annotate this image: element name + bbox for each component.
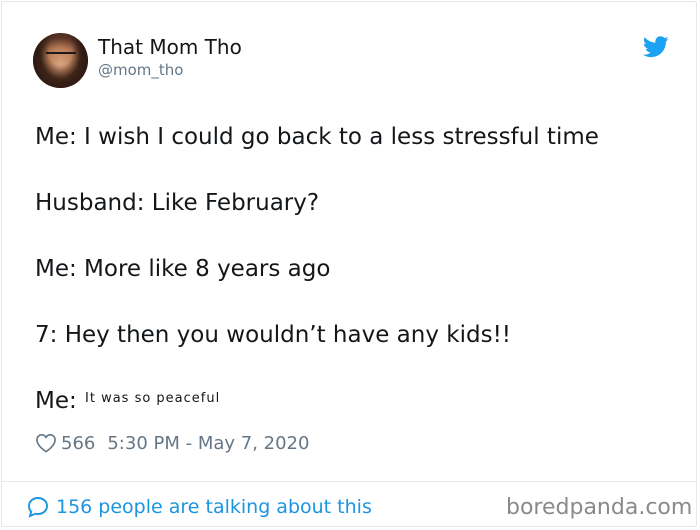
tweet-meta: 566 5:30 PM - May 7, 2020 [35,431,309,455]
heart-outline-icon[interactable] [35,433,57,453]
like-count[interactable]: 566 [61,433,95,454]
author-name[interactable]: That Mom Tho [98,35,242,59]
timestamp[interactable]: 5:30 PM - May 7, 2020 [107,433,309,454]
tweet-small-text: It was so peaceful [85,391,221,406]
tweet-line: Me: More like 8 years ago [35,256,331,282]
tweet-line: Husband: Like February? [35,190,320,216]
speech-bubble-icon [28,497,48,518]
tweet-line: 7: Hey then you wouldn’t have any kids!! [35,322,512,348]
avatar[interactable] [33,33,88,88]
tweet-card: That Mom Tho @mom_tho Me: I wish I could… [1,1,697,527]
tweet-line: Me: I wish I could go back to a less str… [35,124,599,150]
watermark: boredpanda.com [506,495,693,520]
conversation-link[interactable]: 156 people are talking about this [26,494,372,520]
author-handle[interactable]: @mom_tho [98,61,183,79]
avatar-glasses [46,52,76,62]
twitter-bird-icon[interactable] [643,36,669,58]
tweet-line: Me: [35,388,77,414]
divider [2,481,696,482]
conversation-link-label: 156 people are talking about this [56,496,372,518]
